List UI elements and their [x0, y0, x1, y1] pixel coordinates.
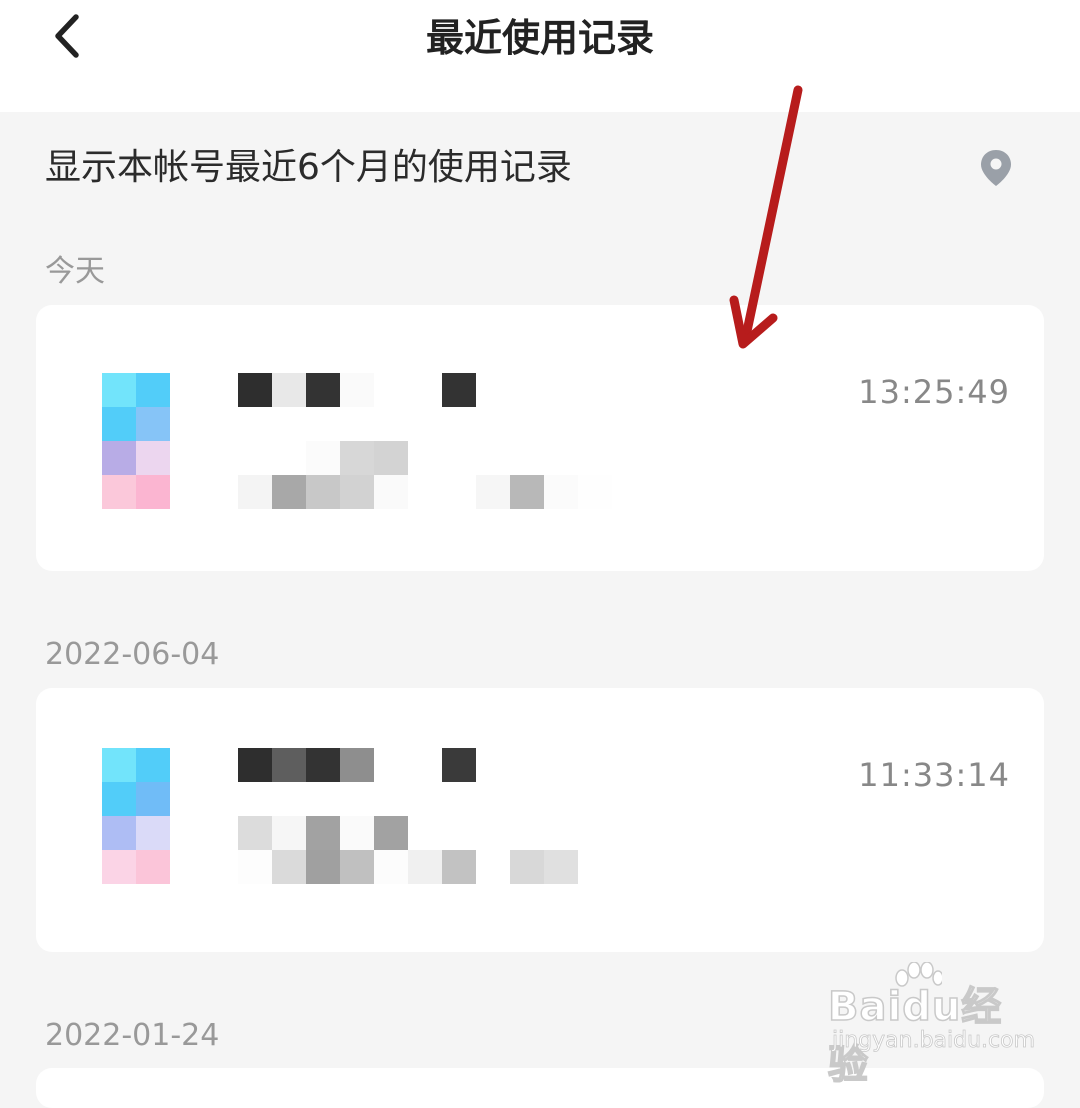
record-time: 13:25:49 [858, 373, 1010, 411]
history-notice: 显示本帐号最近6个月的使用记录 [45, 147, 572, 188]
chevron-left-icon [55, 14, 79, 58]
record-card[interactable]: 13:25:49 [36, 305, 1044, 571]
date-label: 今天 [45, 254, 105, 289]
record-detail-blurred [238, 441, 612, 509]
app-icon [102, 748, 170, 884]
date-label: 2022-01-24 [45, 1018, 220, 1053]
back-button[interactable] [36, 6, 96, 66]
record-time: 11:33:14 [858, 756, 1010, 794]
header-bar: 最近使用记录 [0, 0, 1080, 112]
record-detail-blurred [238, 816, 612, 884]
record-card[interactable]: 11:33:14 [36, 688, 1044, 952]
baidu-watermark: Baidu经验 jingyan.baidu.com [827, 962, 1035, 1089]
record-title-blurred [238, 748, 510, 782]
app-icon [102, 373, 170, 509]
record-title-blurred [238, 373, 510, 407]
page-title: 最近使用记录 [425, 16, 654, 60]
watermark-url: jingyan.baidu.com [832, 1028, 1036, 1054]
location-pin-icon[interactable] [978, 148, 1014, 188]
date-label: 2022-06-04 [45, 637, 220, 672]
